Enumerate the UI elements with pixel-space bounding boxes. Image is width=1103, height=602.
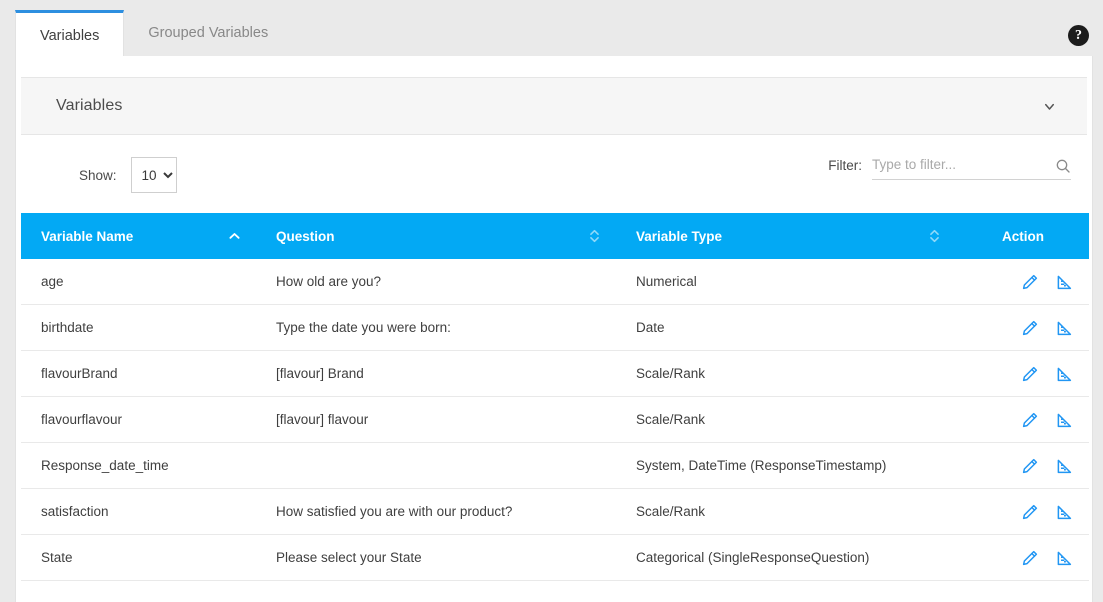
cell-question: How satisfied you are with our product? xyxy=(256,488,616,535)
table-row[interactable]: satisfaction How satisfied you are with … xyxy=(21,488,1089,535)
cell-variable-name: satisfaction xyxy=(21,488,256,535)
cell-variable-type: System, DateTime (ResponseTimestamp) xyxy=(616,442,956,489)
column-header-variable-type[interactable]: Variable Type xyxy=(616,213,956,259)
set-square-ruler-icon[interactable] xyxy=(1055,503,1073,521)
chevron-down-icon[interactable] xyxy=(1041,98,1057,114)
table-body: age How old are you? Numerical birthdate… xyxy=(21,259,1089,581)
set-square-ruler-icon[interactable] xyxy=(1055,411,1073,429)
sort-both-icon xyxy=(929,228,940,244)
edit-pencil-icon[interactable] xyxy=(1021,457,1039,475)
edit-pencil-icon[interactable] xyxy=(1021,411,1039,429)
table-toolbar: Show: 10 25 50 100 Filter: xyxy=(21,135,1087,213)
table-row[interactable]: Response_date_time System, DateTime (Res… xyxy=(21,442,1089,489)
sort-ascending-icon xyxy=(229,232,240,240)
cell-question: [flavour] Brand xyxy=(256,350,616,397)
cell-actions xyxy=(956,396,1089,443)
column-header-variable-name-label: Variable Name xyxy=(41,228,134,244)
table-header-row: Variable Name Question Variable Type Act… xyxy=(21,213,1089,259)
cell-variable-name: flavourflavour xyxy=(21,396,256,443)
cell-variable-type: Scale/Rank xyxy=(616,396,956,443)
cell-actions xyxy=(956,488,1089,535)
help-glyph: ? xyxy=(1075,28,1082,43)
set-square-ruler-icon[interactable] xyxy=(1055,365,1073,383)
variables-page: Variables Grouped Variables ? Variables … xyxy=(0,0,1103,602)
cell-variable-name: age xyxy=(21,259,256,305)
cell-variable-type: Numerical xyxy=(616,259,956,305)
set-square-ruler-icon[interactable] xyxy=(1055,273,1073,291)
variables-table-wrap: Variable Name Question Variable Type Act… xyxy=(21,213,1089,581)
show-entries-label: Show: xyxy=(79,167,117,183)
cell-actions xyxy=(956,534,1089,581)
cell-question: Please select your State xyxy=(256,534,616,581)
cell-variable-name: Response_date_time xyxy=(21,442,256,489)
cell-variable-name: flavourBrand xyxy=(21,350,256,397)
cell-variable-type: Date xyxy=(616,304,956,351)
edit-pencil-icon[interactable] xyxy=(1021,319,1039,337)
cell-question: Type the date you were born: xyxy=(256,304,616,351)
cell-variable-name: State xyxy=(21,534,256,581)
tab-grouped-variables-label: Grouped Variables xyxy=(148,25,269,41)
cell-question xyxy=(256,442,616,489)
column-header-action-label: Action xyxy=(1002,228,1044,244)
tab-variables-label: Variables xyxy=(40,27,100,44)
show-entries-select[interactable]: 10 25 50 100 xyxy=(130,157,177,193)
table-row[interactable]: flavourflavour [flavour] flavour Scale/R… xyxy=(21,396,1089,443)
column-header-variable-name[interactable]: Variable Name xyxy=(21,213,256,259)
help-circle-icon[interactable]: ? xyxy=(1068,25,1089,46)
variables-panel-header[interactable]: Variables xyxy=(21,77,1087,135)
edit-pencil-icon[interactable] xyxy=(1021,365,1039,383)
cell-question: How old are you? xyxy=(256,259,616,305)
filter-group: Filter: xyxy=(828,157,1071,180)
tab-list: Variables Grouped Variables xyxy=(15,10,293,58)
cell-actions xyxy=(956,350,1089,397)
cell-actions xyxy=(956,259,1089,305)
filter-box xyxy=(872,157,1071,180)
column-header-question-label: Question xyxy=(276,228,335,244)
set-square-ruler-icon[interactable] xyxy=(1055,457,1073,475)
tab-grouped-variables[interactable]: Grouped Variables xyxy=(124,10,293,56)
filter-label: Filter: xyxy=(828,158,862,173)
column-header-action: Action xyxy=(956,213,1089,259)
table-head: Variable Name Question Variable Type Act… xyxy=(21,213,1089,259)
cell-question: [flavour] flavour xyxy=(256,396,616,443)
set-square-ruler-icon[interactable] xyxy=(1055,549,1073,567)
cell-actions xyxy=(956,304,1089,351)
column-header-question[interactable]: Question xyxy=(256,213,616,259)
variables-table: Variable Name Question Variable Type Act… xyxy=(21,213,1089,581)
table-row[interactable]: State Please select your State Categoric… xyxy=(21,534,1089,581)
filter-input[interactable] xyxy=(872,157,1047,179)
edit-pencil-icon[interactable] xyxy=(1021,273,1039,291)
set-square-ruler-icon[interactable] xyxy=(1055,319,1073,337)
cell-actions xyxy=(956,442,1089,489)
tab-strip: Variables Grouped Variables ? xyxy=(0,0,1103,58)
cell-variable-type: Categorical (SingleResponseQuestion) xyxy=(616,534,956,581)
sort-both-icon xyxy=(589,228,600,244)
table-row[interactable]: flavourBrand [flavour] Brand Scale/Rank xyxy=(21,350,1089,397)
tab-variables[interactable]: Variables xyxy=(15,10,125,58)
page-title: Variables xyxy=(56,97,123,114)
cell-variable-type: Scale/Rank xyxy=(616,350,956,397)
edit-pencil-icon[interactable] xyxy=(1021,503,1039,521)
column-header-variable-type-label: Variable Type xyxy=(636,228,723,244)
edit-pencil-icon[interactable] xyxy=(1021,549,1039,567)
search-icon[interactable] xyxy=(1055,158,1071,174)
table-row[interactable]: birthdate Type the date you were born: D… xyxy=(21,304,1089,351)
cell-variable-name: birthdate xyxy=(21,304,256,351)
table-row[interactable]: age How old are you? Numerical xyxy=(21,259,1089,305)
cell-variable-type: Scale/Rank xyxy=(616,488,956,535)
show-entries-group: Show: 10 25 50 100 xyxy=(79,157,177,193)
content-surface: Variables Show: 10 25 50 100 Filter: xyxy=(15,56,1093,602)
